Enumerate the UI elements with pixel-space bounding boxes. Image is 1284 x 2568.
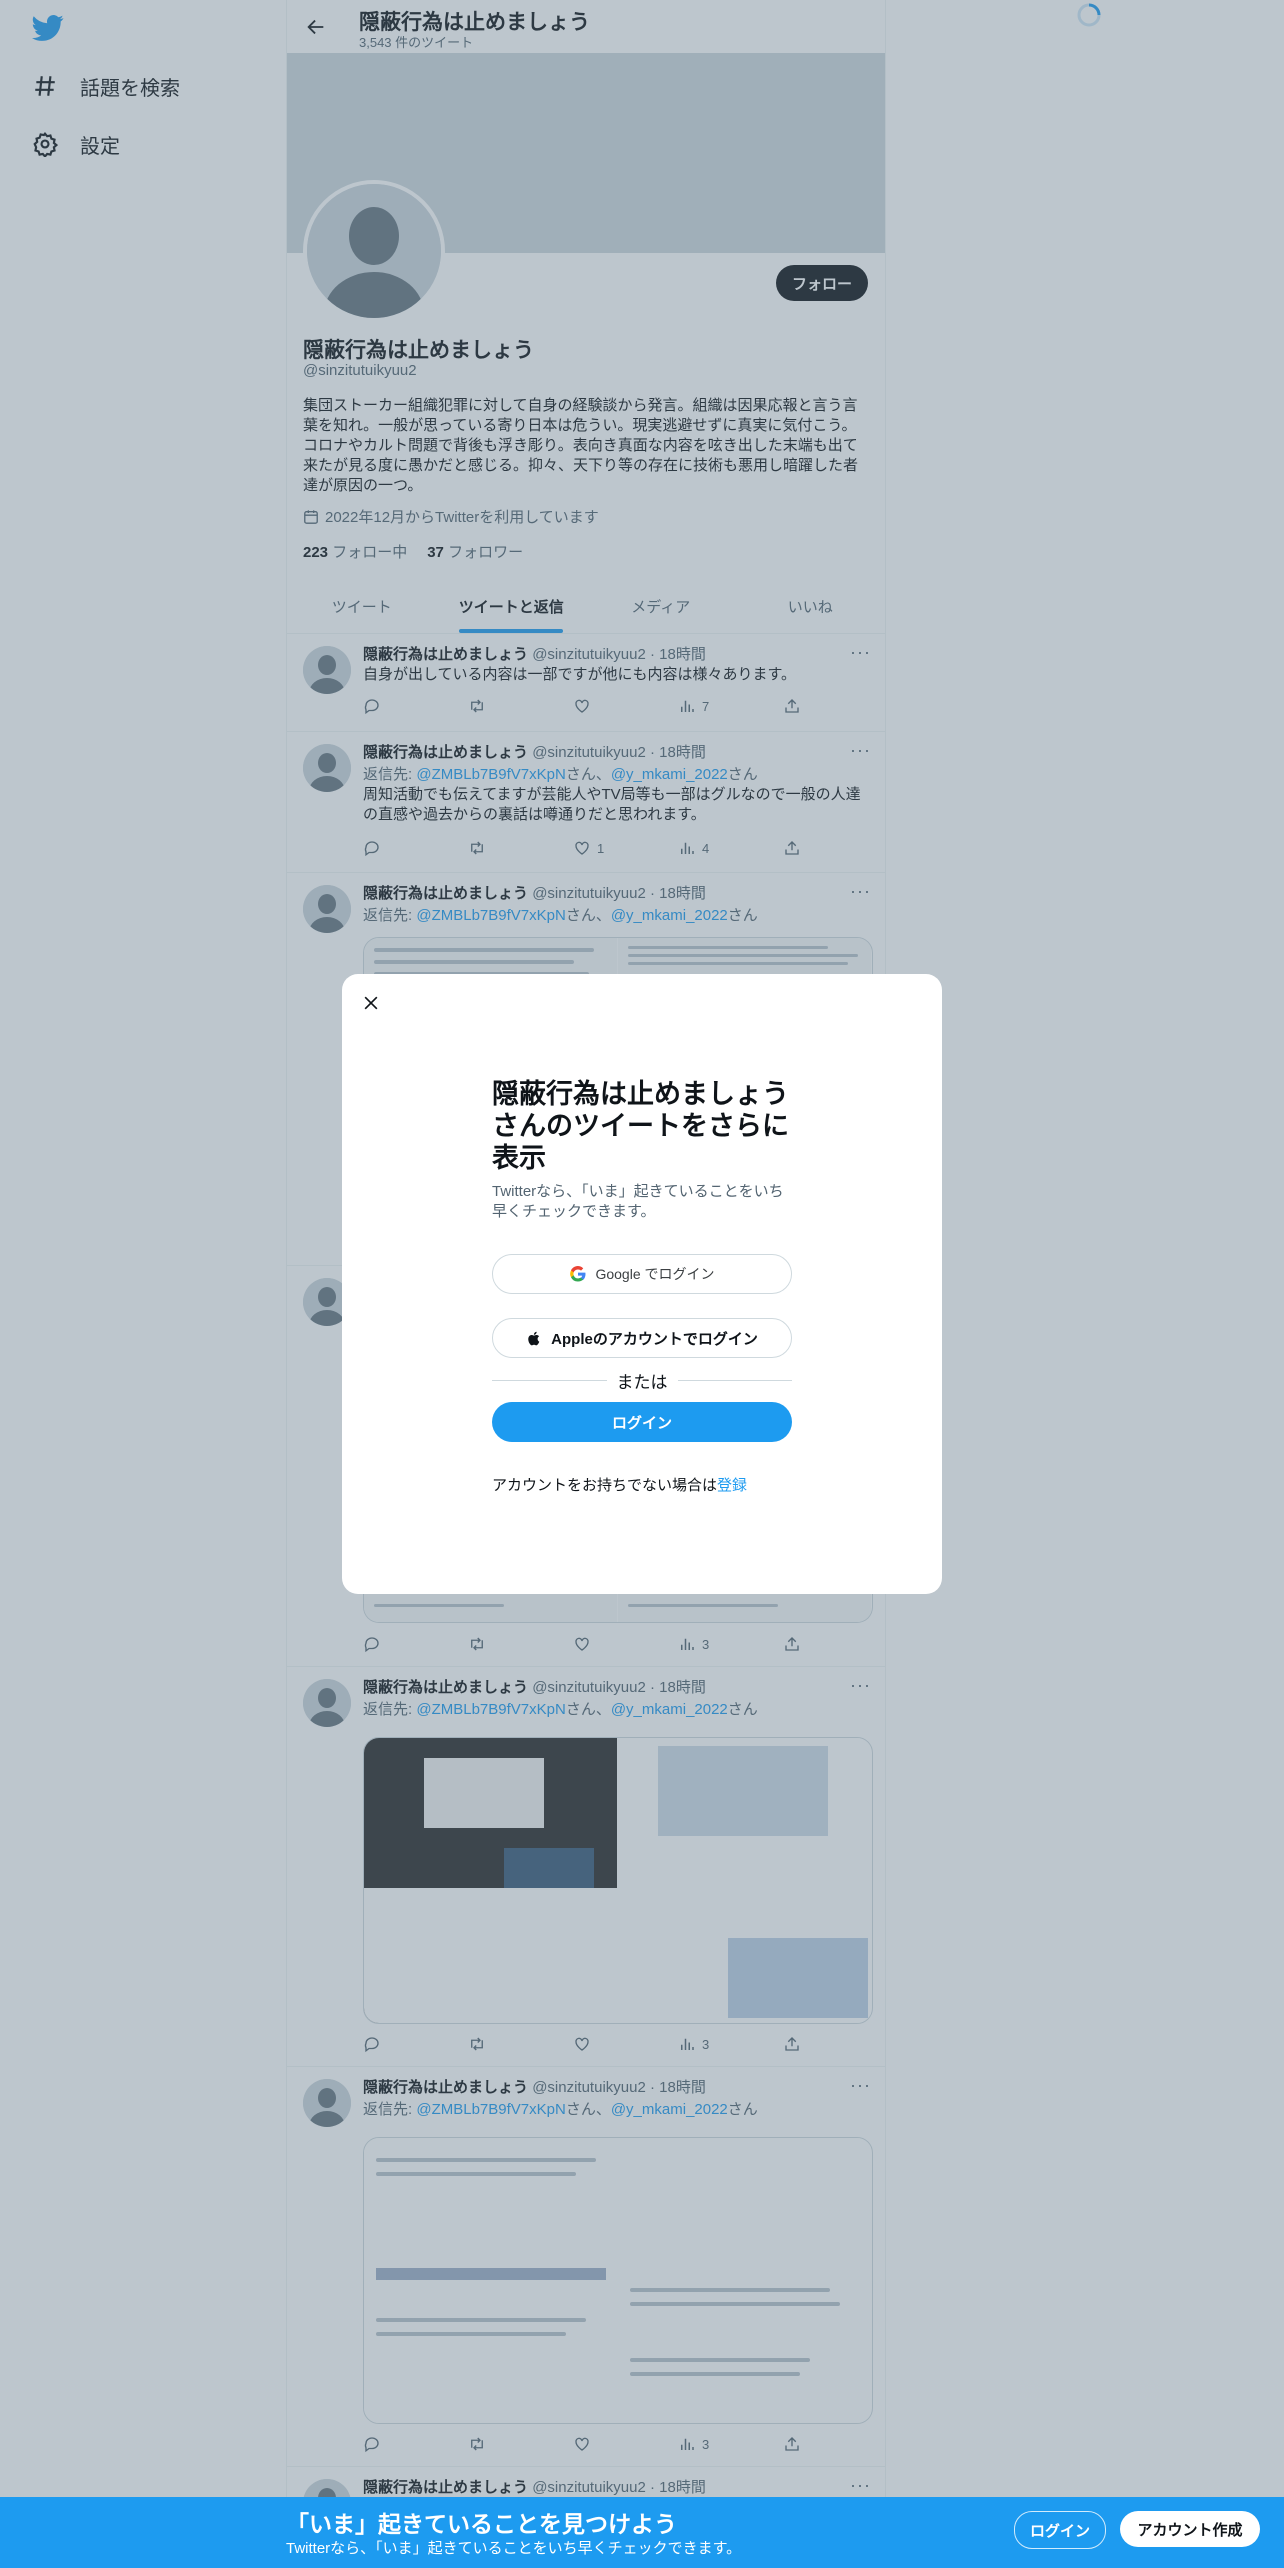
apple-login-label: Appleのアカウントでログイン (551, 1330, 758, 1348)
signup-prompt: アカウントをお持ちでない場合は登録 (492, 1474, 747, 1495)
google-icon (569, 1265, 587, 1283)
apple-login-button[interactable]: Appleのアカウントでログイン (492, 1318, 792, 1358)
modal-title: 隠蔽行為は止めましょうさんのツイートをさらに表示 (492, 1079, 789, 1173)
modal-subtitle: Twitterなら、「いま」起きていることをいち早くチェックできます。 (492, 1183, 784, 1220)
bottom-bar-title: 「いま」起きていることを見つけよう (286, 2511, 677, 2537)
divider-line (492, 1379, 607, 1381)
bottom-login-button[interactable]: ログイン (1014, 2511, 1106, 2549)
signup-link[interactable]: 登録 (717, 1477, 747, 1494)
apple-icon (526, 1330, 543, 1347)
google-login-label: Google でログイン (595, 1266, 715, 1282)
or-divider: または (492, 1370, 792, 1392)
login-modal: 隠蔽行為は止めましょうさんのツイートをさらに表示 Twitterなら、「いま」起… (342, 974, 942, 1594)
close-icon (364, 996, 378, 1010)
close-button[interactable] (354, 986, 388, 1020)
bottom-signup-bar: 「いま」起きていることを見つけよう Twitterなら、「いま」起きていることを… (0, 2497, 1284, 2568)
login-button[interactable]: ログイン (492, 1402, 792, 1442)
bottom-signup-button[interactable]: アカウント作成 (1120, 2511, 1260, 2547)
google-login-button[interactable]: Google でログイン (492, 1254, 792, 1294)
bottom-bar-subtitle: Twitterなら、「いま」起きていることをいち早くチェックできます。 (286, 2540, 742, 2557)
or-label: または (616, 1372, 668, 1392)
divider-line (677, 1379, 792, 1381)
signup-prompt-text: アカウントをお持ちでない場合は (492, 1477, 718, 1494)
